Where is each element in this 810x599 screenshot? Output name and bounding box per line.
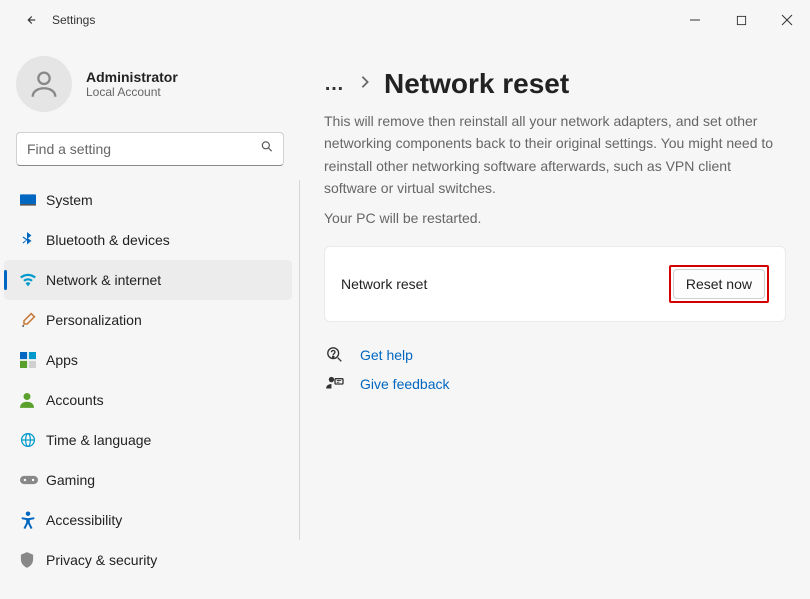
nav-label: Apps: [46, 352, 78, 368]
nav-label: Network & internet: [46, 272, 161, 288]
chevron-right-icon: [360, 75, 370, 94]
back-button[interactable]: [16, 6, 44, 34]
titlebar: Settings: [0, 0, 810, 40]
nav-label: Accounts: [46, 392, 104, 408]
maximize-button[interactable]: [718, 4, 764, 36]
user-subtitle: Local Account: [86, 85, 178, 99]
feedback-icon: [324, 376, 346, 392]
nav-label: System: [46, 192, 93, 208]
search-box: [16, 132, 284, 166]
help-icon: [324, 346, 346, 364]
nav-item-gaming[interactable]: Gaming: [4, 460, 292, 500]
nav-label: Gaming: [46, 472, 95, 488]
brush-icon: [20, 312, 46, 328]
page-title: Network reset: [384, 68, 569, 100]
nav-item-personalization[interactable]: Personalization: [4, 300, 292, 340]
apps-icon: [20, 352, 46, 368]
nav-label: Time & language: [46, 432, 151, 448]
main-content: … Network reset This will remove then re…: [300, 40, 810, 599]
nav: System Bluetooth & devices Network & int…: [0, 180, 300, 599]
breadcrumb: … Network reset: [324, 68, 786, 100]
restart-note: Your PC will be restarted.: [324, 210, 786, 226]
nav-item-network[interactable]: Network & internet: [4, 260, 292, 300]
accessibility-icon: [20, 511, 46, 529]
reset-now-button[interactable]: Reset now: [673, 269, 765, 299]
nav-label: Accessibility: [46, 512, 122, 528]
bluetooth-icon: [20, 232, 46, 248]
app-title: Settings: [52, 13, 95, 27]
breadcrumb-overflow[interactable]: …: [324, 73, 346, 96]
give-feedback-link[interactable]: Give feedback: [360, 376, 450, 392]
user-info[interactable]: Administrator Local Account: [0, 48, 300, 132]
globe-icon: [20, 432, 46, 448]
nav-item-bluetooth[interactable]: Bluetooth & devices: [4, 220, 292, 260]
nav-label: Bluetooth & devices: [46, 232, 170, 248]
card-label: Network reset: [341, 276, 669, 292]
nav-label: Privacy & security: [46, 552, 157, 568]
window-caption: [672, 4, 810, 36]
shield-icon: [20, 552, 46, 568]
close-button[interactable]: [764, 4, 810, 36]
get-help-row: Get help: [324, 346, 786, 364]
system-icon: [20, 194, 46, 206]
search-icon: [260, 140, 274, 159]
gamepad-icon: [20, 474, 46, 486]
search-input[interactable]: [16, 132, 284, 166]
nav-item-accounts[interactable]: Accounts: [4, 380, 292, 420]
person-icon: [20, 392, 46, 408]
minimize-button[interactable]: [672, 4, 718, 36]
avatar: [16, 56, 72, 112]
nav-label: Personalization: [46, 312, 142, 328]
nav-item-time[interactable]: Time & language: [4, 420, 292, 460]
give-feedback-row: Give feedback: [324, 376, 786, 392]
network-reset-card: Network reset Reset now: [324, 246, 786, 322]
wifi-icon: [20, 273, 46, 287]
user-name: Administrator: [86, 69, 178, 85]
page-description: This will remove then reinstall all your…: [324, 110, 786, 200]
sidebar: Administrator Local Account System Bluet…: [0, 40, 300, 599]
nav-item-system[interactable]: System: [4, 180, 292, 220]
highlight-box: Reset now: [669, 265, 769, 303]
get-help-link[interactable]: Get help: [360, 347, 413, 363]
nav-item-accessibility[interactable]: Accessibility: [4, 500, 292, 540]
nav-item-privacy[interactable]: Privacy & security: [4, 540, 292, 580]
nav-item-apps[interactable]: Apps: [4, 340, 292, 380]
